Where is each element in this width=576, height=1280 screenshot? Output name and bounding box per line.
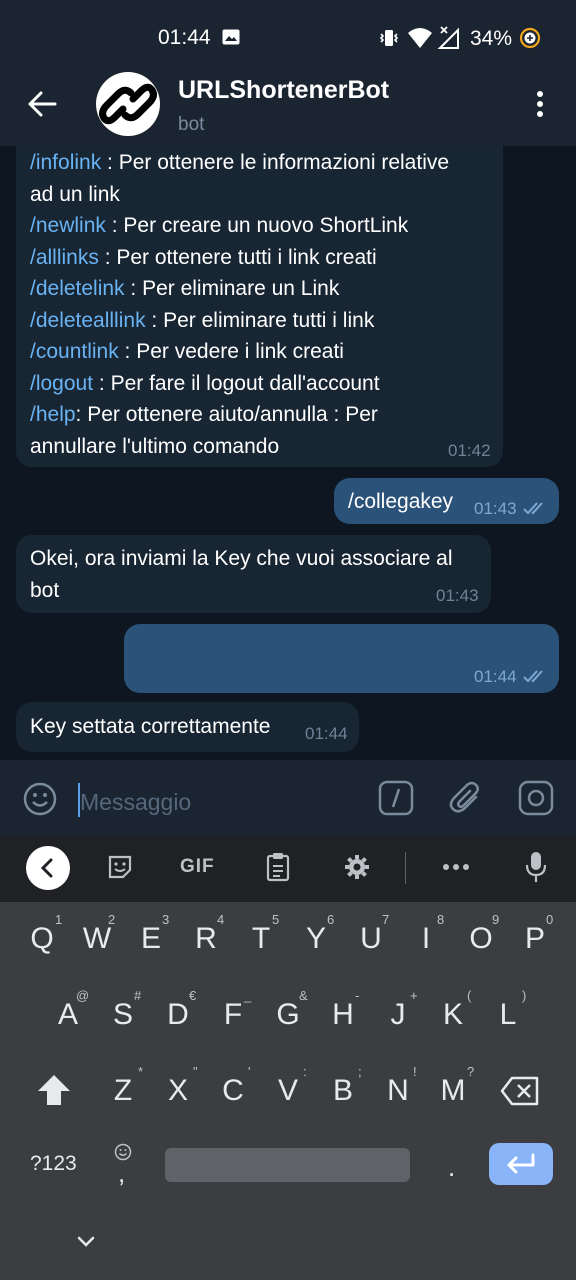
backspace-icon[interactable]	[500, 1076, 540, 1106]
camera-icon[interactable]	[518, 780, 554, 816]
message-line: annullare l'ultimo comando	[30, 435, 280, 458]
key-n[interactable]: N	[378, 1074, 418, 1108]
message-time: 01:43	[436, 586, 479, 605]
key-h[interactable]: H	[323, 998, 363, 1032]
key-e[interactable]: E	[131, 922, 171, 956]
enter-key[interactable]	[489, 1143, 553, 1185]
hide-keyboard-chevron-icon[interactable]	[74, 1234, 98, 1250]
comma-key[interactable]: ,	[118, 1158, 125, 1189]
key-p[interactable]: P	[515, 922, 555, 956]
key-s[interactable]: S	[103, 998, 143, 1032]
key-i[interactable]: I	[406, 922, 446, 956]
message-input[interactable]: Messaggio	[80, 789, 191, 816]
microphone-icon[interactable]	[524, 850, 548, 884]
command-link[interactable]: /alllinks	[30, 246, 99, 269]
message-bubble-key-set[interactable]: Key settata correttamente 01:44	[16, 702, 359, 752]
key-a[interactable]: A	[48, 998, 88, 1032]
more-options-icon[interactable]	[530, 88, 550, 120]
command-link[interactable]: /newlink	[30, 214, 106, 237]
key-u[interactable]: U	[351, 922, 391, 956]
gallery-icon	[222, 29, 240, 45]
message-line: bot	[30, 579, 60, 602]
message-line: /deletealllink : Per eliminare tutti i l…	[30, 309, 375, 332]
command-link[interactable]: /deletealllink	[30, 309, 146, 332]
message-line: /help: Per ottenere aiuto/annulla : Per	[30, 403, 378, 426]
key-q[interactable]: Q	[22, 922, 62, 956]
chain-link-icon	[99, 83, 157, 125]
enter-arrow-icon	[507, 1153, 535, 1174]
key-l[interactable]: L	[488, 998, 528, 1032]
collapse-toolbar-button[interactable]	[26, 846, 70, 890]
key-c[interactable]: C	[213, 1074, 253, 1108]
command-link[interactable]: /logout	[30, 372, 93, 395]
message-line: ad un link	[30, 183, 120, 206]
double-check-icon	[523, 502, 543, 515]
chat-subtitle: bot	[178, 114, 205, 135]
message-line: /deletelink : Per eliminare un Link	[30, 277, 340, 300]
key-m[interactable]: M	[433, 1074, 473, 1108]
key-t[interactable]: T	[241, 922, 281, 956]
message-line: /infolink : Per ottenere le informazioni…	[30, 151, 450, 174]
back-arrow-icon[interactable]	[24, 88, 60, 120]
key-y[interactable]: Y	[296, 922, 336, 956]
message-bubble-bot-commands[interactable]: /infolink : Per ottenere le informazioni…	[16, 146, 503, 467]
symbols-key[interactable]: ?123	[30, 1152, 77, 1176]
bot-avatar[interactable]	[96, 72, 160, 136]
message-bubble-key-hidden[interactable]: 01:44	[124, 624, 559, 693]
key-j[interactable]: J	[378, 998, 418, 1032]
key-d[interactable]: D	[158, 998, 198, 1032]
key-x[interactable]: X	[158, 1074, 198, 1108]
space-bar[interactable]	[165, 1148, 410, 1182]
key-k[interactable]: K	[433, 998, 473, 1032]
gif-button[interactable]: GIF	[180, 856, 215, 878]
key-z[interactable]: Z	[103, 1074, 143, 1108]
key-b[interactable]: B	[323, 1074, 363, 1108]
command-link[interactable]: /help	[30, 403, 76, 426]
key-v[interactable]: V	[268, 1074, 308, 1108]
toolbar-divider	[405, 852, 406, 884]
shift-icon[interactable]	[36, 1073, 72, 1107]
message-line: /alllinks : Per ottenere tutti i link cr…	[30, 246, 377, 269]
message-bubble-key-request[interactable]: Okei, ora inviami la Key che vuoi associ…	[16, 535, 491, 613]
signal-icon	[437, 26, 459, 49]
message-line: Okei, ora inviami la Key che vuoi associ…	[30, 547, 453, 570]
message-time: 01:42	[448, 441, 491, 460]
wifi-icon	[408, 28, 432, 48]
chat-title[interactable]: URLShortenerBot	[178, 76, 389, 105]
battery-saver-icon	[519, 27, 541, 49]
key-f[interactable]: F	[213, 998, 253, 1032]
double-check-icon	[523, 670, 543, 683]
message-time: 01:44	[305, 724, 348, 743]
key-r[interactable]: R	[186, 922, 226, 956]
battery-percentage: 34%	[470, 27, 513, 50]
command-link[interactable]: /deletelink	[30, 277, 125, 300]
bot-commands-icon[interactable]	[378, 780, 414, 816]
command-link[interactable]: /infolink	[30, 151, 101, 174]
message-time: 01:44	[474, 667, 517, 686]
message-text: Key settata correttamente	[30, 715, 271, 738]
more-horizontal-icon[interactable]	[441, 860, 471, 874]
message-line: /logout : Per fare il logout dall'accoun…	[30, 372, 380, 395]
sticker-icon[interactable]	[106, 853, 134, 881]
message-text: /collegakey	[348, 490, 454, 513]
message-line: /newlink : Per creare un nuovo ShortLink	[30, 214, 409, 237]
clipboard-icon[interactable]	[264, 851, 292, 883]
settings-gear-icon[interactable]	[343, 853, 371, 881]
attach-icon[interactable]	[448, 780, 484, 816]
command-link[interactable]: /countlink	[30, 340, 119, 363]
key-w[interactable]: W	[77, 922, 117, 956]
message-list[interactable]: /infolink : Per ottenere le informazioni…	[0, 146, 576, 760]
key-o[interactable]: O	[461, 922, 501, 956]
chevron-left-icon	[40, 858, 53, 878]
vibrate-icon	[379, 30, 399, 46]
key-g[interactable]: G	[268, 998, 308, 1032]
period-key[interactable]: .	[448, 1152, 455, 1183]
message-bubble-collegakey[interactable]: /collegakey 01:43	[334, 478, 559, 524]
status-time: 01:44	[158, 26, 211, 49]
message-line: /countlink : Per vedere i link creati	[30, 340, 344, 363]
emoji-icon[interactable]	[22, 781, 58, 817]
message-time: 01:43	[474, 499, 517, 518]
